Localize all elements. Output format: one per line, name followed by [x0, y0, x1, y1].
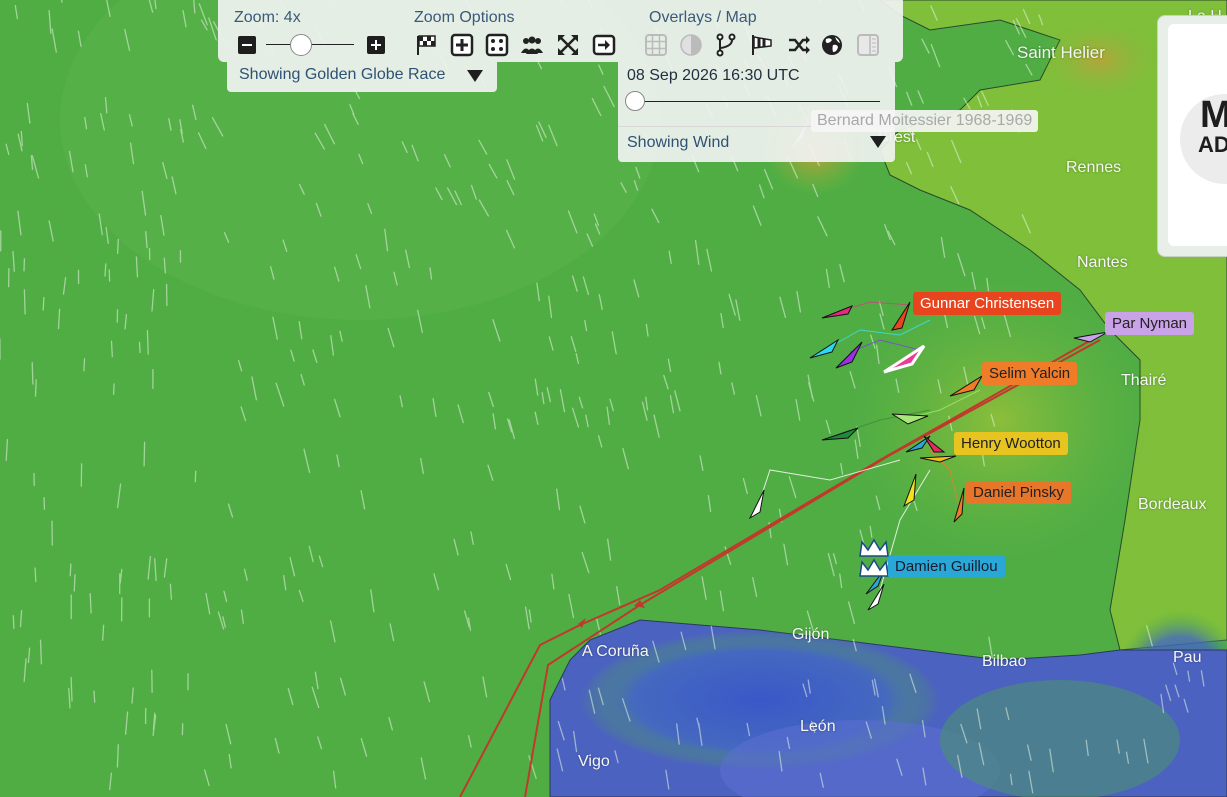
race-selector[interactable]: Showing Golden Globe Race — [227, 62, 497, 92]
city-saint-helier: Saint Helier — [1017, 43, 1105, 62]
timestamp-label: 08 Sep 2026 16:30 UTC — [627, 67, 800, 84]
overlays-map-label: Overlays / Map — [649, 9, 757, 26]
city-pau: Pau — [1173, 649, 1202, 666]
ad-logo-text-top: M — [1200, 94, 1227, 136]
zoom-out-button[interactable] — [238, 36, 256, 54]
boat-label-damien[interactable]: Damien Guillou — [888, 555, 1005, 578]
race-selector-value: Showing Golden Globe Race — [239, 66, 446, 83]
zoom-slider-handle[interactable] — [290, 34, 312, 56]
boat-label-henry[interactable]: Henry Wootton — [954, 432, 1068, 455]
city-a-coruna: A Coruña — [582, 643, 649, 660]
city-bilbao: Bilbao — [982, 653, 1027, 670]
shuffle-icon[interactable] — [786, 32, 812, 58]
city-vigo: Vigo — [578, 753, 610, 770]
zoom-plus-box-icon[interactable] — [449, 32, 475, 58]
ad-logo-text-bottom: AD — [1198, 132, 1227, 157]
windsock-icon[interactable] — [749, 32, 775, 58]
flag-icon[interactable] — [414, 32, 440, 58]
dropdown-arrow-icon — [467, 70, 483, 82]
time-slider-track[interactable] — [632, 101, 880, 102]
zoom-in-button[interactable] — [367, 36, 385, 54]
globe-icon[interactable] — [819, 32, 845, 58]
boat-label-gunnar[interactable]: Gunnar Christensen — [913, 292, 1062, 315]
city-thaire: Thairé — [1121, 372, 1167, 389]
boat-label-daniel[interactable]: Daniel Pinsky — [966, 481, 1071, 504]
exit-box-icon[interactable] — [591, 32, 617, 58]
group-icon[interactable] — [519, 32, 545, 58]
boat-label-selim[interactable]: Selim Yalcin — [982, 362, 1078, 385]
city-rennes: Rennes — [1066, 159, 1122, 176]
city-nantes: Nantes — [1077, 254, 1128, 271]
map-canvas[interactable] — [0, 0, 1227, 797]
expand-icon[interactable] — [555, 32, 581, 58]
zoom-label: Zoom: 4x — [234, 9, 301, 26]
layer-selector-value: Showing Wind — [627, 134, 730, 151]
ghost-boat-label[interactable]: Bernard Moitessier 1968-1969 — [811, 110, 1039, 132]
route-icon[interactable] — [713, 32, 739, 58]
layer-dropdown-arrow-icon — [870, 136, 886, 148]
city-bordeaux: Bordeaux — [1138, 496, 1207, 513]
boat-label-par[interactable]: Par Nyman — [1105, 312, 1195, 335]
grid-icon[interactable] — [643, 32, 669, 58]
toolbar-panel: Zoom: 4x Zoom Options Overlays / Map — [218, 0, 903, 62]
time-slider-handle[interactable] — [625, 91, 645, 111]
dice-icon[interactable] — [484, 32, 510, 58]
city-leon: León — [800, 718, 836, 735]
ad-panel[interactable]: M AD — [1157, 15, 1227, 257]
day-night-icon[interactable] — [678, 32, 704, 58]
panel-toggle-icon[interactable] — [855, 32, 881, 58]
zoom-options-label: Zoom Options — [414, 9, 515, 26]
city-gijon: Gijón — [792, 626, 830, 643]
